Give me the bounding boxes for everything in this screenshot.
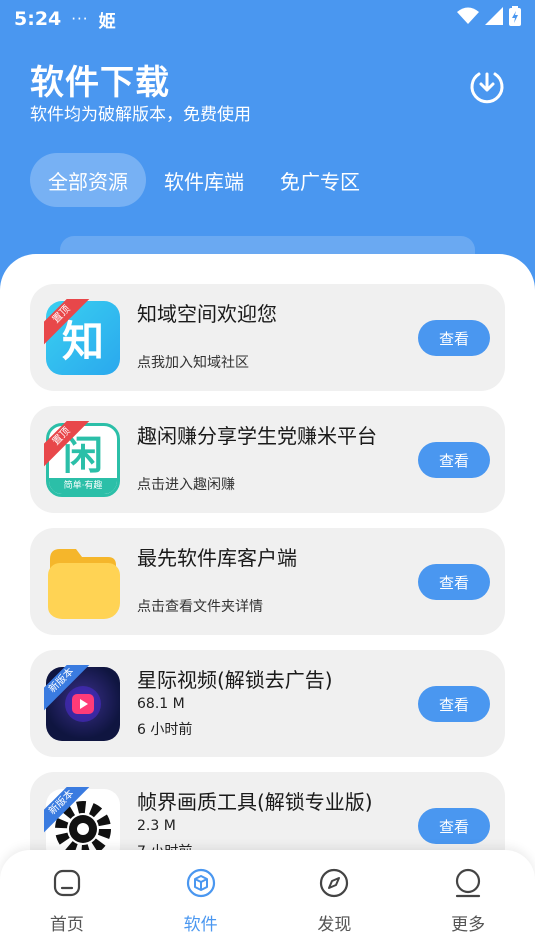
tab-all-resources[interactable]: 全部资源 — [30, 153, 146, 207]
bottom-navigation: 首页 软件 发现 更多 — [0, 850, 535, 951]
cube-icon — [186, 868, 215, 898]
status-app-glyph: 姫 — [98, 11, 116, 32]
app-desc: 点我加入知域社区 — [137, 355, 249, 371]
category-tabs: 全部资源 软件库端 免广专区 — [30, 153, 378, 207]
app-size: 68.1 M — [137, 696, 185, 712]
view-button[interactable]: 查看 — [418, 686, 490, 722]
home-icon — [53, 869, 80, 897]
tab-ad-free[interactable]: 免广专区 — [262, 153, 378, 207]
app-name: 知域空间欢迎您 — [137, 302, 277, 326]
app-updated-time: 6 小时前 — [137, 722, 193, 738]
nav-software[interactable]: 软件 — [134, 850, 268, 951]
nav-label: 发现 — [317, 915, 352, 935]
list-item[interactable]: 闲 简单·有趣 置顶 趣闲赚分享学生党赚米平台 点击进入趣闲赚 查看 — [30, 406, 505, 513]
signal-icon — [485, 7, 503, 25]
list-item[interactable]: 知 置顶 知域空间欢迎您 点我加入知域社区 查看 — [30, 284, 505, 391]
compass-icon — [320, 868, 349, 898]
app-list: 知 置顶 知域空间欢迎您 点我加入知域社区 查看 闲 简单·有趣 置顶 趣闲赚分… — [30, 284, 505, 894]
nav-home[interactable]: 首页 — [0, 850, 134, 951]
new-version-badge: 新版本 — [44, 665, 90, 711]
tab-software-library[interactable]: 软件库端 — [146, 153, 262, 207]
view-button[interactable]: 查看 — [418, 442, 490, 478]
nav-label: 软件 — [183, 915, 218, 935]
nav-discover[interactable]: 发现 — [268, 850, 402, 951]
new-version-badge: 新版本 — [44, 787, 90, 833]
pinned-badge: 置顶 — [44, 421, 90, 467]
list-item[interactable]: 新版本 星际视频(解锁去广告) 68.1 M 6 小时前 查看 — [30, 650, 505, 757]
page-subtitle: 软件均为破解版本，免费使用 — [30, 105, 251, 125]
pinned-badge: 置顶 — [44, 299, 90, 345]
download-circle-icon[interactable] — [469, 68, 505, 104]
page-title: 软件下载 — [30, 63, 170, 103]
view-button[interactable]: 查看 — [418, 320, 490, 356]
app-name: 最先软件库客户端 — [137, 546, 297, 570]
app-icon-caption: 简单·有趣 — [49, 478, 117, 494]
user-icon — [456, 868, 481, 898]
view-button[interactable]: 查看 — [418, 808, 490, 844]
app-size: 2.3 M — [137, 818, 176, 834]
status-indicators — [457, 6, 521, 26]
app-name: 帧界画质工具(解锁专业版) — [137, 790, 373, 814]
status-notification-dots: ··· — [71, 10, 89, 28]
nav-more[interactable]: 更多 — [401, 850, 535, 951]
status-bar: 5:24 ··· 姫 — [0, 0, 535, 38]
list-item[interactable]: 最先软件库客户端 点击查看文件夹详情 查看 — [30, 528, 505, 635]
battery-icon — [509, 6, 521, 26]
app-desc: 点击查看文件夹详情 — [137, 599, 263, 615]
view-button[interactable]: 查看 — [418, 564, 490, 600]
nav-label: 更多 — [451, 915, 486, 935]
app-desc: 点击进入趣闲赚 — [137, 477, 235, 493]
wifi-icon — [457, 7, 479, 24]
app-name: 星际视频(解锁去广告) — [137, 668, 333, 692]
folder-icon — [46, 545, 120, 619]
nav-label: 首页 — [49, 915, 84, 935]
status-time: 5:24 — [14, 8, 62, 30]
app-name: 趣闲赚分享学生党赚米平台 — [137, 424, 377, 448]
